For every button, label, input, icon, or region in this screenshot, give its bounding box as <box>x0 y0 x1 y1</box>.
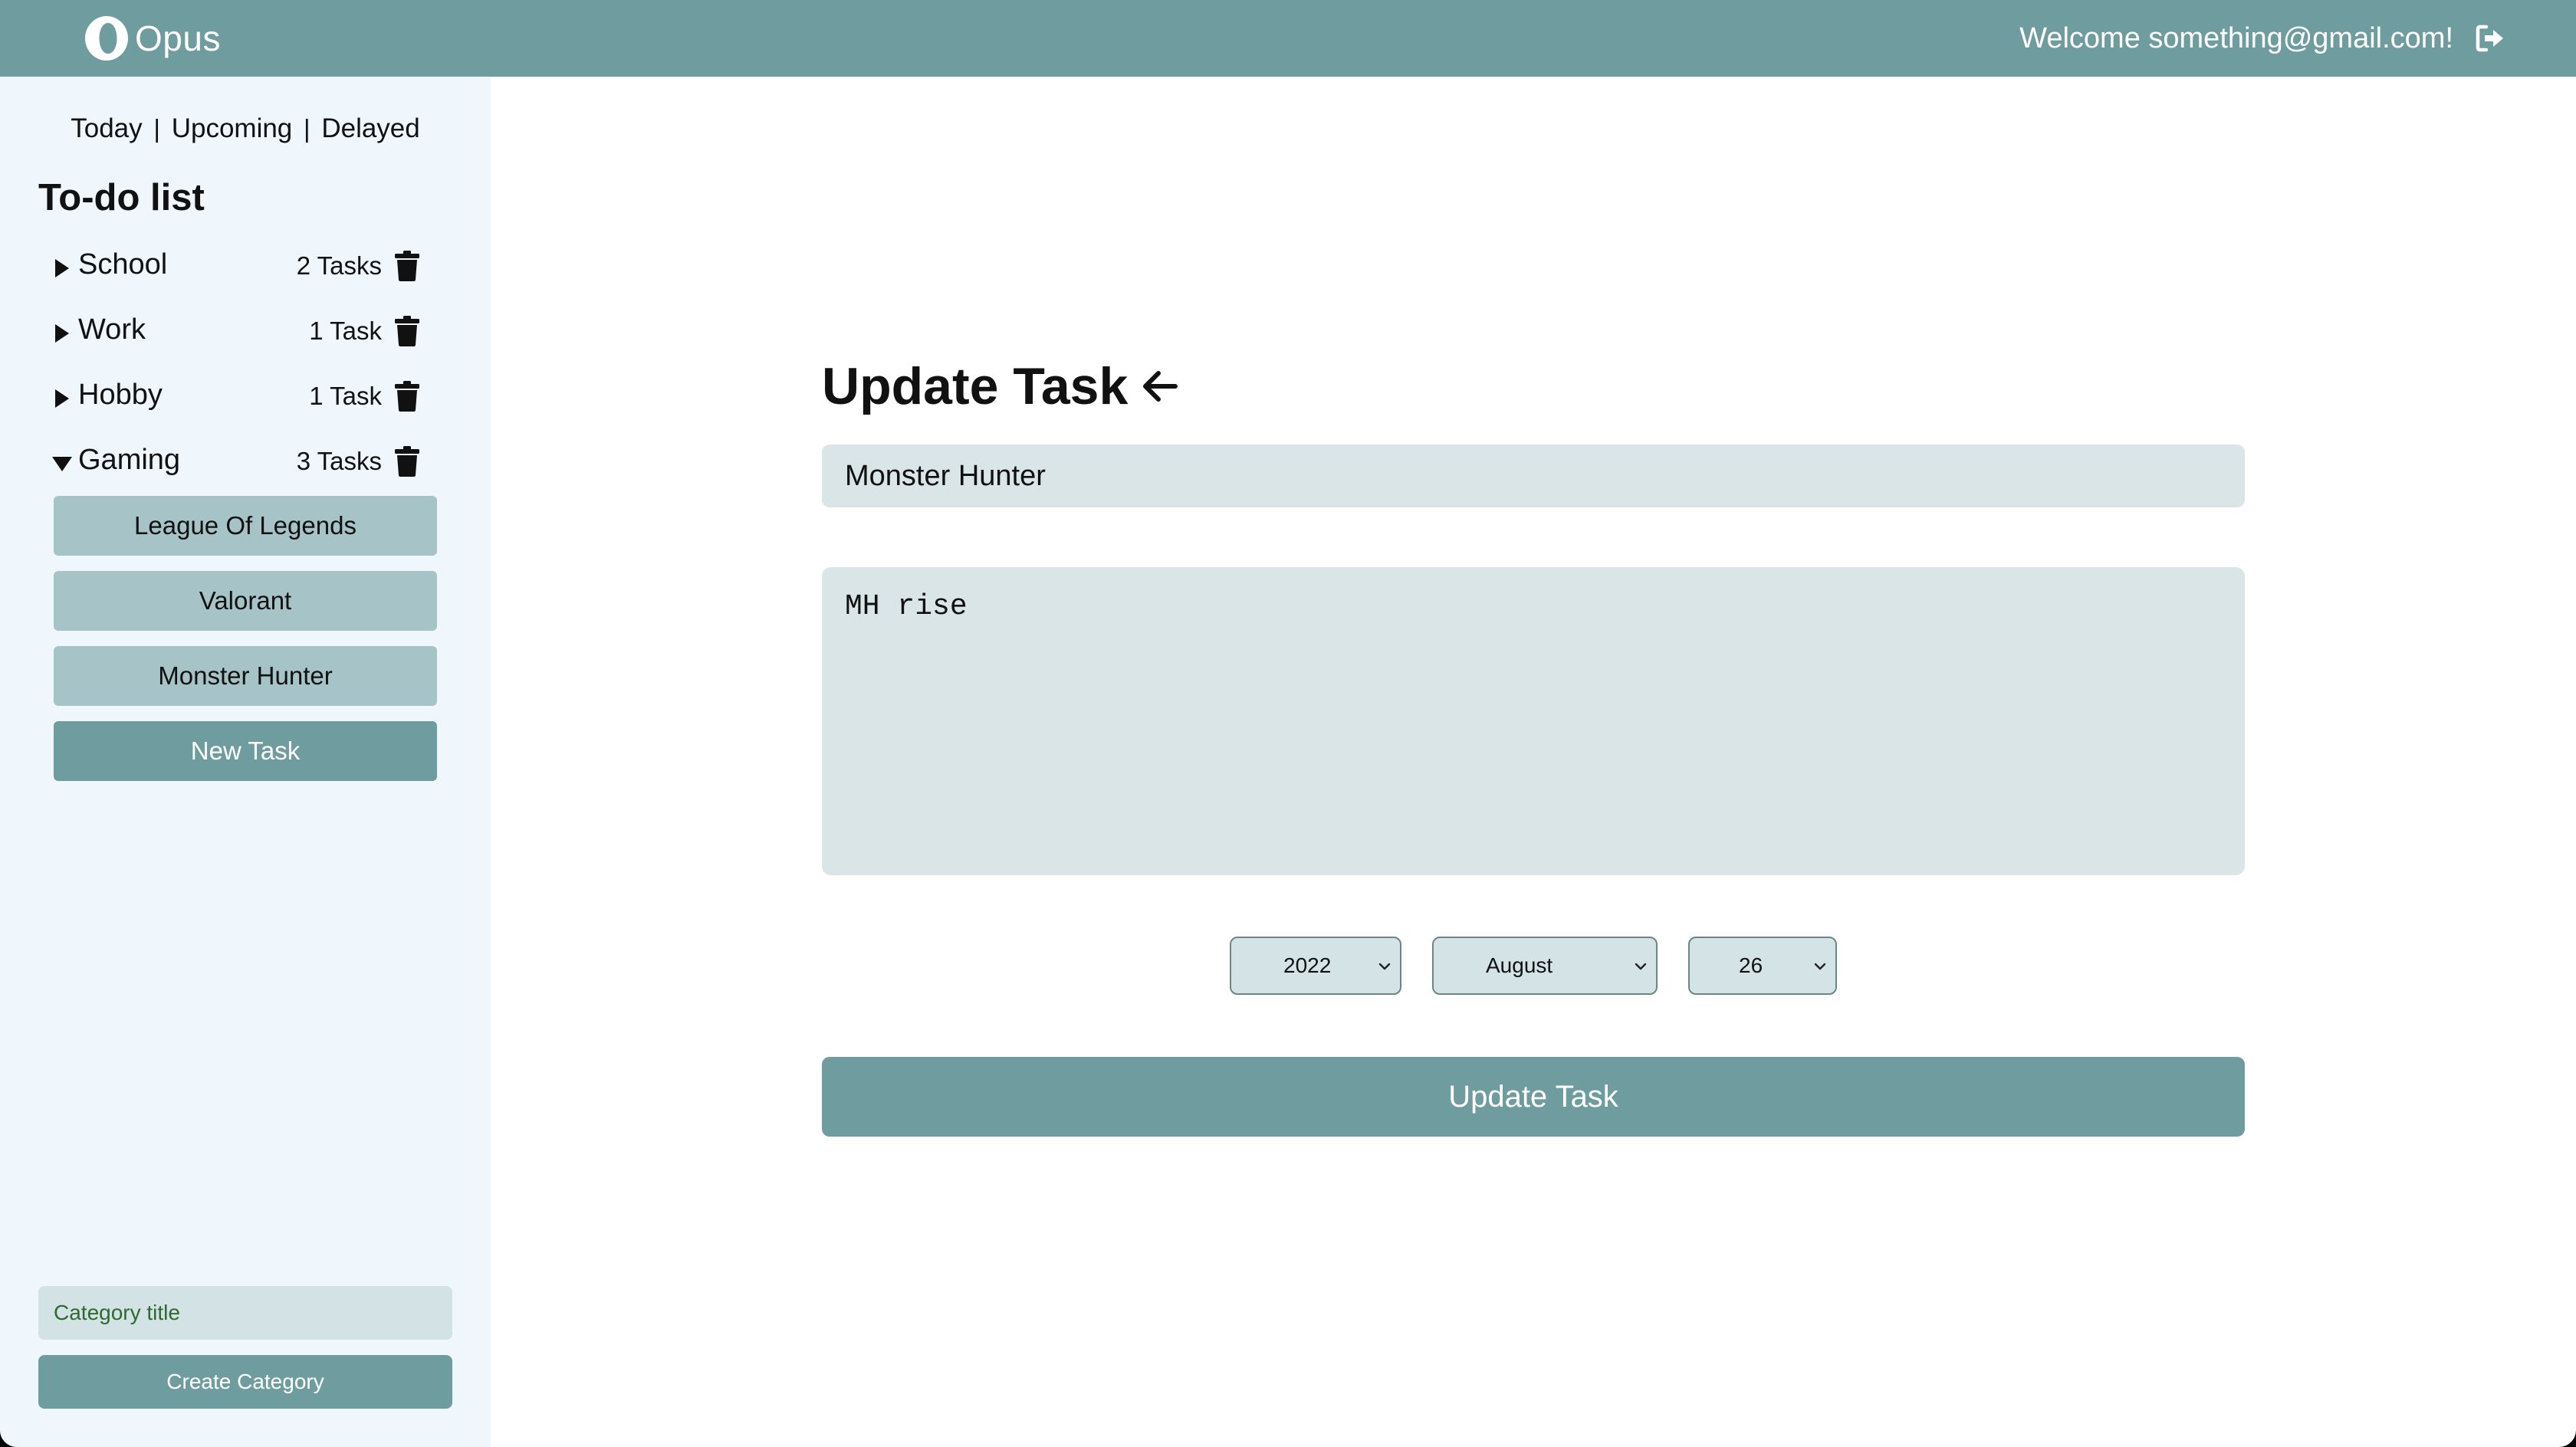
caret-right-icon <box>55 324 69 343</box>
category-name: Work <box>78 313 146 346</box>
page-title-text: Update Task <box>822 357 1129 415</box>
caret-down-icon <box>52 457 72 471</box>
trash-icon[interactable] <box>394 445 420 477</box>
new-task-button[interactable]: New Task <box>54 721 437 781</box>
app-window: Opus Welcome something@gmail.com! Today … <box>0 0 2576 1447</box>
category-title-input[interactable] <box>38 1286 452 1340</box>
category-task-count: 3 Tasks <box>296 447 382 475</box>
logout-icon[interactable] <box>2473 21 2507 55</box>
sidebar: Today | Upcoming | Delayed To-do list Sc… <box>0 77 491 1447</box>
category-task-count: 2 Tasks <box>296 251 382 280</box>
chevron-down-icon <box>1378 963 1391 970</box>
caret-right-icon <box>55 389 69 408</box>
month-select-value: August <box>1486 953 1553 977</box>
category-name: Hobby <box>78 379 163 411</box>
task-description-textarea[interactable]: MH rise <box>822 567 2245 875</box>
trash-icon[interactable] <box>394 250 420 282</box>
view-upcoming[interactable]: Upcoming <box>172 113 293 143</box>
year-select[interactable]: 2022 <box>1230 937 1401 995</box>
category-name: Gaming <box>78 444 181 476</box>
task-item-league-of-legends[interactable]: League Of Legends <box>54 496 437 556</box>
view-separator: | <box>153 114 160 143</box>
view-today[interactable]: Today <box>71 113 142 143</box>
top-bar: Opus Welcome something@gmail.com! <box>0 0 2576 77</box>
view-switcher: Today | Upcoming | Delayed <box>0 113 491 144</box>
todo-list-title: To-do list <box>38 177 205 218</box>
view-delayed[interactable]: Delayed <box>321 113 419 143</box>
category-row-work[interactable]: Work 1 Task <box>52 309 435 356</box>
category-row-gaming[interactable]: Gaming 3 Tasks <box>52 439 435 487</box>
day-select-value: 26 <box>1739 953 1763 977</box>
welcome-area: Welcome something@gmail.com! <box>2019 17 2507 60</box>
task-item-valorant[interactable]: Valorant <box>54 571 437 631</box>
year-select-value: 2022 <box>1283 953 1332 977</box>
category-task-count: 1 Task <box>309 382 382 410</box>
chevron-down-icon <box>1635 963 1647 970</box>
task-title-input[interactable] <box>822 445 2245 507</box>
opus-logo-icon <box>85 16 128 61</box>
category-task-count: 1 Task <box>309 317 382 345</box>
view-separator: | <box>304 114 310 143</box>
update-task-button[interactable]: Update Task <box>822 1057 2245 1137</box>
category-row-hobby[interactable]: Hobby 1 Task <box>52 374 435 422</box>
category-row-school[interactable]: School 2 Tasks <box>52 244 435 291</box>
category-name: School <box>78 248 168 281</box>
day-select[interactable]: 26 <box>1688 937 1837 995</box>
page-title: Update Task <box>822 354 1180 418</box>
trash-icon[interactable] <box>394 380 420 412</box>
brand[interactable]: Opus <box>83 11 221 65</box>
month-select[interactable]: August <box>1432 937 1658 995</box>
trash-icon[interactable] <box>394 315 420 347</box>
chevron-down-icon <box>1814 963 1826 970</box>
caret-right-icon <box>55 259 69 277</box>
app-name: Opus <box>135 18 221 58</box>
task-item-monster-hunter[interactable]: Monster Hunter <box>54 646 437 706</box>
arrow-left-icon[interactable] <box>1140 366 1180 406</box>
create-category-button[interactable]: Create Category <box>38 1355 452 1409</box>
welcome-text: Welcome something@gmail.com! <box>2019 21 2453 54</box>
